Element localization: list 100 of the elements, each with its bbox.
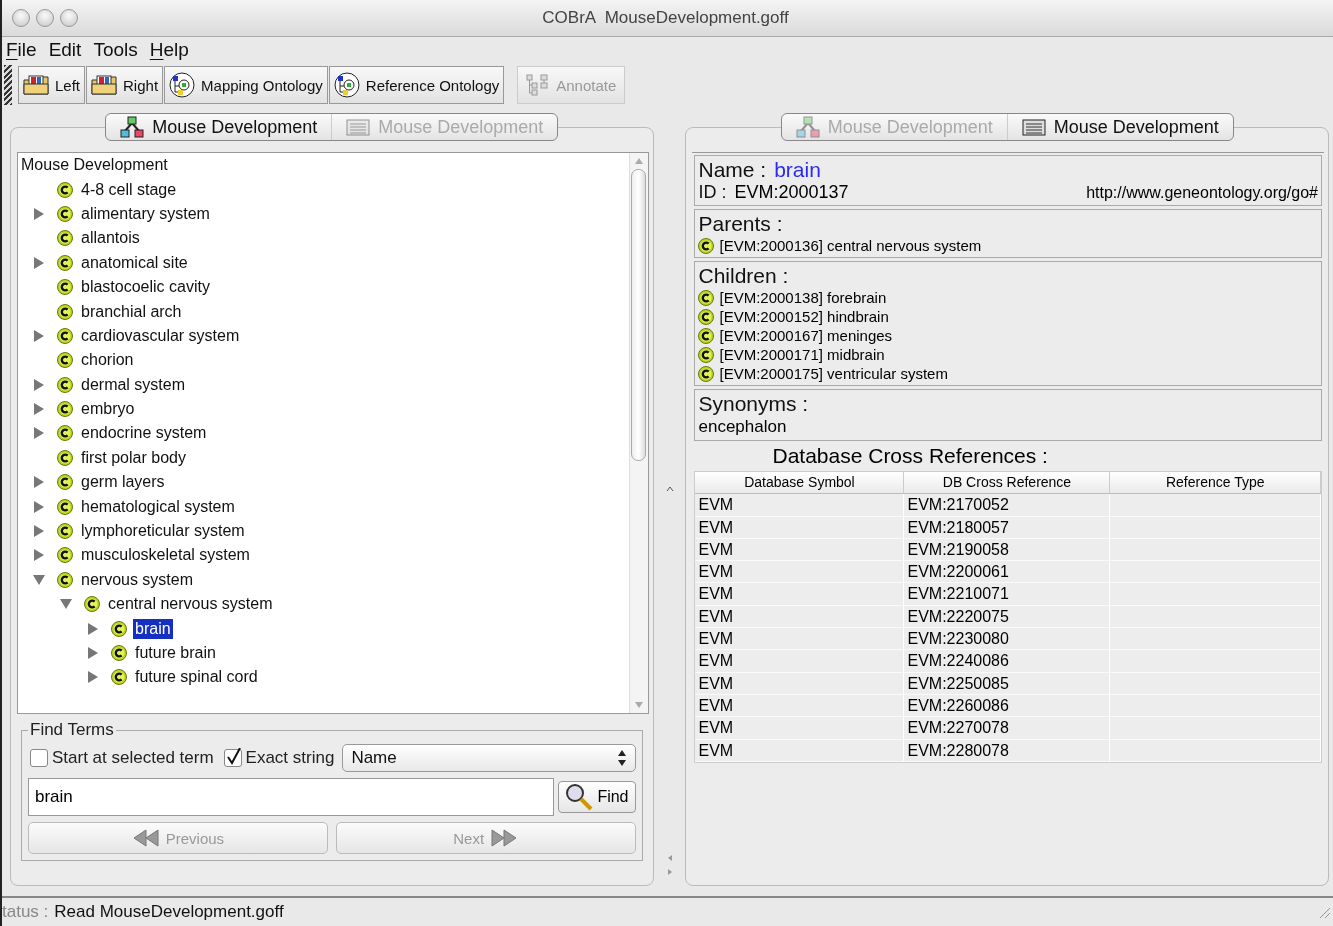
field-dropdown[interactable]: Name [342, 744, 636, 772]
class-icon [57, 425, 73, 442]
menu-item[interactable]: Help [149, 39, 189, 61]
window-button[interactable] [12, 9, 30, 27]
toolbar-button[interactable]: Mapping Ontology [164, 66, 328, 104]
table-cell: EVM [695, 561, 905, 583]
synonym: encephalon [698, 417, 787, 437]
collapsed-arrow-icon[interactable] [33, 549, 45, 562]
toolbar-button[interactable]: Reference Ontology [328, 66, 505, 104]
table-cell: EVM [695, 717, 905, 739]
tree-item[interactable]: first polar body [79, 447, 188, 468]
name-label: Name : [698, 158, 767, 182]
find-button[interactable]: Find [558, 781, 636, 813]
tree-item[interactable]: brain [133, 618, 173, 639]
updown-arrows-icon [616, 749, 627, 767]
term-link[interactable]: [EVM:2000175] ventricular system [719, 365, 948, 382]
table-cell: EVM:2230080 [904, 628, 1111, 650]
namespace-url: http://www.geneontology.org/go# [1086, 184, 1318, 202]
term-link[interactable]: [EVM:2000136] central nervous system [719, 237, 982, 254]
tree-item[interactable]: dermal system [79, 374, 188, 395]
column-header[interactable]: Reference Type [1110, 472, 1321, 494]
tree-item[interactable]: musculoskeletal system [79, 545, 252, 566]
collapse-right-icon [666, 868, 673, 876]
table-cell: EVM:2280078 [904, 739, 1111, 761]
collapsed-arrow-icon[interactable] [33, 329, 45, 342]
toolbar-button[interactable]: Left [18, 66, 86, 104]
menu-item[interactable]: File [6, 39, 37, 61]
tree-item[interactable]: future spinal cord [133, 667, 260, 688]
ontology-icon [169, 72, 196, 98]
menu-item[interactable]: Edit [48, 39, 82, 61]
collapsed-arrow-icon[interactable] [33, 207, 45, 220]
class-icon [57, 352, 73, 369]
table-cell: EVM:2180057 [904, 516, 1111, 538]
tree-item[interactable]: 4-8 cell stage [79, 179, 179, 200]
term-link[interactable]: [EVM:2000171] midbrain [719, 346, 885, 363]
collapsed-arrow-icon[interactable] [33, 427, 45, 440]
class-icon [57, 474, 73, 491]
tree-item[interactable]: chorion [79, 350, 136, 371]
class-icon [698, 346, 715, 363]
class-icon [698, 289, 715, 306]
tree-item[interactable]: lymphoreticular system [79, 521, 247, 542]
class-icon [57, 205, 73, 222]
class-icon [698, 308, 715, 325]
column-header[interactable]: Database Symbol [695, 472, 905, 494]
scrollbar-thumb[interactable] [631, 169, 646, 461]
tree-item[interactable]: allantois [79, 228, 142, 249]
menu-item[interactable]: Tools [93, 39, 138, 61]
class-icon [698, 327, 715, 344]
collapsed-arrow-icon[interactable] [33, 500, 45, 513]
term-link[interactable]: [EVM:2000167] meninges [719, 327, 893, 344]
tree-item[interactable]: embryo [79, 399, 137, 420]
tree-item[interactable]: cardiovascular system [79, 325, 242, 346]
class-icon [57, 401, 73, 418]
checkbox[interactable] [30, 749, 48, 767]
table-cell: EVM [695, 538, 905, 561]
collapse-up-icon [665, 485, 674, 493]
collapsed-arrow-icon[interactable] [33, 378, 45, 391]
tree-item[interactable]: branchial arch [79, 301, 184, 322]
collapsed-arrow-icon[interactable] [33, 476, 45, 489]
tab[interactable]: Mouse Development [106, 114, 332, 140]
expanded-arrow-icon[interactable] [60, 598, 72, 611]
class-icon [57, 376, 73, 393]
table-cell: EVM:2190058 [904, 538, 1111, 561]
tree-item[interactable]: germ layers [79, 472, 167, 493]
tab[interactable]: Mouse Development [1006, 114, 1233, 140]
tree-item[interactable]: nervous system [79, 569, 196, 590]
tree-item[interactable]: anatomical site [79, 252, 190, 273]
collapsed-arrow-icon[interactable] [33, 256, 45, 269]
tree-item[interactable]: endocrine system [79, 423, 209, 444]
checkbox[interactable] [223, 749, 242, 767]
table-cell: EVM:2170052 [904, 494, 1111, 516]
tree-item[interactable]: blastocoelic cavity [79, 277, 212, 298]
tree-item[interactable]: alimentary system [79, 203, 212, 224]
window-button[interactable] [60, 9, 78, 27]
window-button[interactable] [36, 9, 54, 27]
table-cell: EVM [695, 605, 905, 628]
collapsed-arrow-icon[interactable] [87, 647, 99, 659]
table-cell: EVM:2240086 [904, 650, 1111, 672]
column-header[interactable]: DB Cross Reference [904, 472, 1111, 494]
term-link[interactable]: [EVM:2000152] hindbrain [719, 308, 889, 325]
class-icon [698, 365, 715, 382]
collapsed-arrow-icon[interactable] [87, 622, 99, 635]
collapsed-arrow-icon[interactable] [87, 671, 99, 684]
tree-root[interactable]: Mouse Development [21, 153, 629, 178]
class-icon [57, 523, 73, 540]
term-link[interactable]: [EVM:2000138] forebrain [719, 289, 887, 306]
table-cell: EVM:2210071 [904, 583, 1111, 605]
search-field[interactable]: brain [28, 778, 555, 816]
collapsed-arrow-icon[interactable] [33, 403, 45, 416]
tree-item[interactable]: central nervous system [106, 594, 275, 615]
scrollbar[interactable] [628, 153, 648, 713]
class-icon [57, 498, 73, 515]
tree-icon [526, 74, 551, 96]
tree-item[interactable]: future brain [133, 643, 218, 663]
expanded-arrow-icon[interactable] [33, 573, 45, 586]
tree-item[interactable]: hematological system [79, 496, 237, 517]
collapsed-arrow-icon[interactable] [33, 525, 45, 538]
toolbar-button[interactable]: Right [86, 66, 164, 104]
hierarchy-icon [795, 116, 820, 138]
toolbar-grip[interactable] [4, 65, 12, 105]
